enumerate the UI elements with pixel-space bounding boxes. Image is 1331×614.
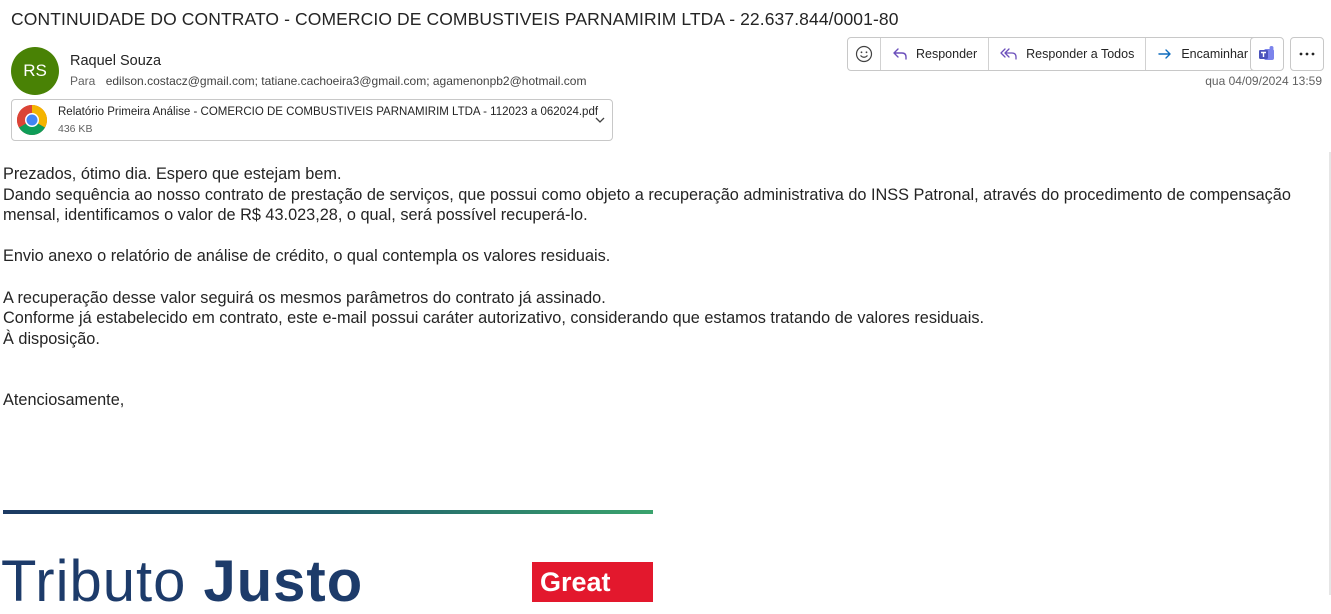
- chrome-icon: [16, 105, 48, 136]
- avatar-initials: RS: [23, 61, 47, 80]
- reply-all-icon: [1000, 48, 1017, 60]
- body-paragraph: Prezados, ótimo dia. Espero que estejam …: [3, 165, 342, 183]
- sender-name[interactable]: Raquel Souza: [70, 53, 161, 69]
- forward-button[interactable]: Encaminhar: [1146, 38, 1259, 70]
- reply-button[interactable]: Responder: [881, 38, 990, 70]
- body-paragraph: Envio anexo o relatório de análise de cr…: [3, 247, 611, 266]
- attachment-card[interactable]: Relatório Primeira Análise - COMERCIO DE…: [11, 99, 613, 141]
- emoji-icon: [855, 45, 873, 63]
- avatar[interactable]: RS: [11, 47, 59, 95]
- teams-icon: [1259, 46, 1274, 60]
- reply-label: Responder: [916, 47, 978, 61]
- great-place-badge: Great: [532, 562, 653, 602]
- body-paragraph: A recuperação desse valor seguirá os mes…: [3, 288, 606, 307]
- signature-divider: [3, 510, 653, 514]
- recipients-list[interactable]: edilson.costacz@gmail.com; tatiane.cacho…: [106, 74, 587, 88]
- closing-text: Atenciosamente,: [3, 390, 125, 409]
- logo-text-bold: Justo: [203, 549, 364, 614]
- body-paragraph: Dando sequência ao nosso contrato de pre…: [3, 185, 1291, 225]
- attachment-size: 436 KB: [58, 123, 93, 135]
- reply-all-label: Responder a Todos: [1026, 47, 1135, 61]
- reply-icon: [893, 48, 907, 60]
- email-subject: CONTINUIDADE DO CONTRATO - COMERCIO DE C…: [11, 9, 899, 29]
- logo-text-light: Tributo: [1, 549, 204, 614]
- body-paragraph: Conforme já estabelecido em contrato, es…: [3, 309, 985, 328]
- attachment-name: Relatório Primeira Análise - COMERCIO DE…: [58, 106, 599, 118]
- chevron-down-icon[interactable]: [594, 114, 606, 126]
- forward-icon: [1158, 49, 1172, 59]
- message-body: Prezados, ótimo dia. Espero que estejam …: [3, 164, 1328, 411]
- body-paragraph: À disposição.: [3, 329, 100, 348]
- teams-button[interactable]: [1250, 37, 1284, 71]
- more-options-button[interactable]: [1290, 37, 1324, 71]
- forward-label: Encaminhar: [1181, 47, 1249, 61]
- company-logo: Tributo Justo: [1, 552, 363, 612]
- reaction-button[interactable]: [848, 38, 881, 70]
- reply-all-button[interactable]: Responder a Todos: [989, 38, 1147, 70]
- more-icon: [1299, 52, 1315, 56]
- recipients-line: Para edilson.costacz@gmail.com; tatiane.…: [70, 74, 586, 88]
- sent-date: qua 04/09/2024 13:59: [1205, 74, 1322, 88]
- to-label: Para: [70, 74, 96, 88]
- message-toolbar: Responder Responder a Todos Encaminhar: [847, 37, 1261, 71]
